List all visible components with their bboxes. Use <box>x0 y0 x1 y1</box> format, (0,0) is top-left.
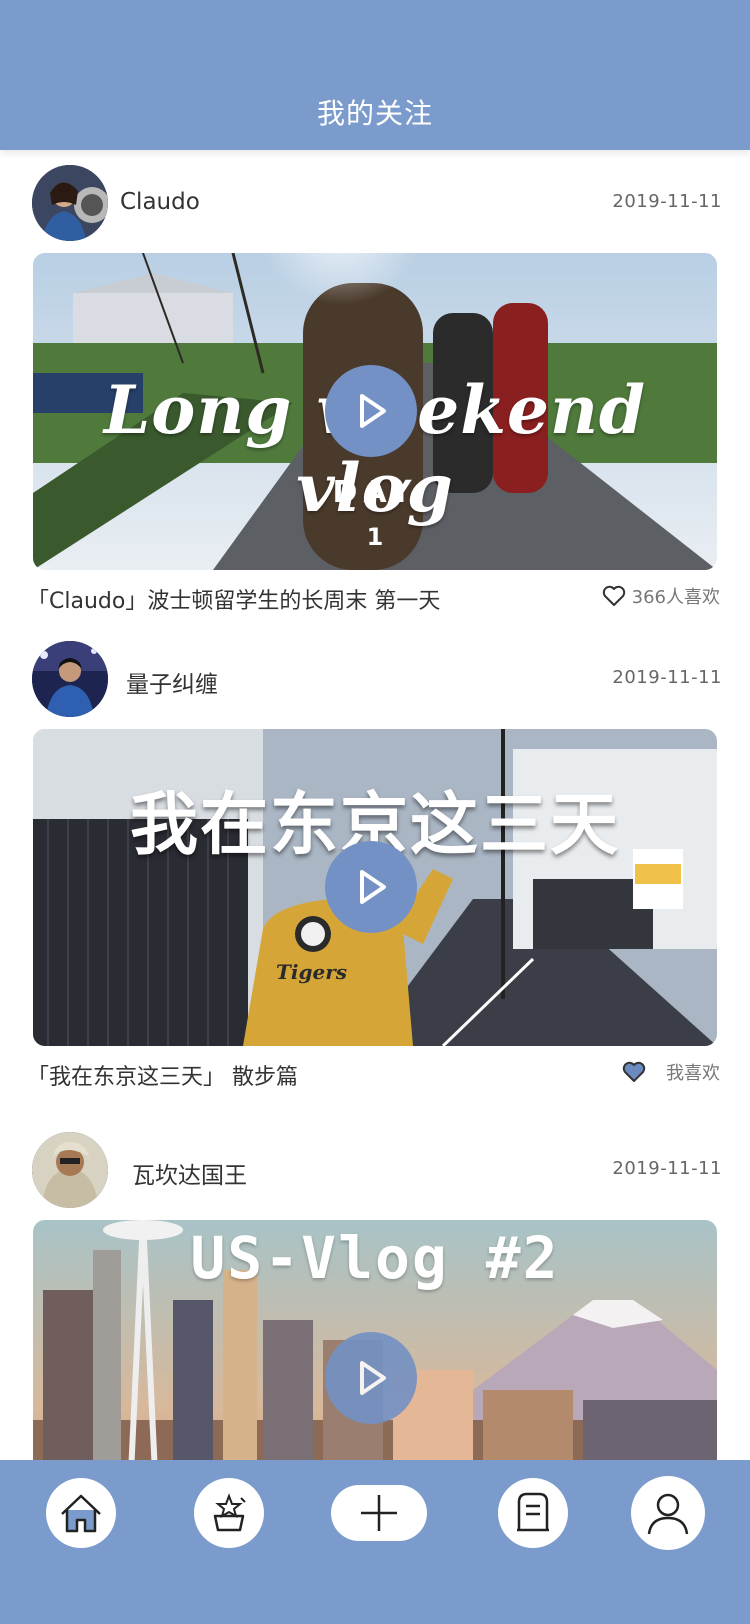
play-button[interactable] <box>325 841 417 933</box>
tab-notes[interactable] <box>498 1478 568 1548</box>
page-title: 我的关注 <box>316 97 433 130</box>
post-date: 2019-11-11 <box>612 191 722 212</box>
play-button[interactable] <box>325 365 417 457</box>
avatar[interactable] <box>32 165 108 241</box>
tab-profile[interactable] <box>631 1476 705 1550</box>
document-icon <box>517 1492 549 1532</box>
home-icon <box>61 1494 101 1533</box>
app-screen: 我的关注 Claudo 2019-11-11 Long weekend vlog… <box>0 0 750 1624</box>
username[interactable]: Claudo <box>120 189 200 215</box>
tab-home[interactable] <box>46 1478 116 1548</box>
post-card: Claudo 2019-11-11 Long weekend vlog DAY … <box>0 165 750 625</box>
bottom-tab-bar <box>0 1460 750 1624</box>
post-caption[interactable]: 「我在东京这三天」 散步篇 <box>27 1059 298 1091</box>
top-bar: 我的关注 <box>0 0 750 150</box>
heart-filled-icon <box>622 1061 646 1082</box>
post-date: 2019-11-11 <box>612 667 722 688</box>
username[interactable]: 瓦坎达国王 <box>132 1156 247 1190</box>
like-count: 366人喜欢 <box>631 587 720 608</box>
play-icon <box>360 870 386 904</box>
avatar[interactable] <box>32 1132 108 1208</box>
like-button[interactable]: 366人喜欢 <box>602 583 720 609</box>
sparkle-box-icon <box>213 1493 246 1532</box>
like-button[interactable]: 我喜欢 <box>622 1059 720 1085</box>
video-thumbnail[interactable]: Long weekend vlog DAY 1 <box>33 253 717 570</box>
video-thumbnail[interactable]: US-Vlog #2 <box>33 1220 717 1460</box>
thumbnail-subtitle: DAY <box>332 475 418 510</box>
thumbnail-day-number: 1 <box>366 523 384 551</box>
play-icon <box>360 1361 386 1395</box>
play-icon <box>360 394 386 428</box>
post-card: 量子纠缠 2019-11-11 Tigers 我在东京这三天 「我在东京这三天」… <box>0 641 750 1101</box>
feed-list: Claudo 2019-11-11 Long weekend vlog DAY … <box>0 150 750 1460</box>
post-date: 2019-11-11 <box>612 1158 722 1179</box>
tab-add[interactable] <box>331 1485 427 1541</box>
user-icon <box>647 1493 689 1535</box>
username[interactable]: 量子纠缠 <box>126 665 218 699</box>
svg-text:Tigers: Tigers <box>276 960 347 984</box>
thumbnail-title: US-Vlog #2 <box>190 1224 560 1292</box>
tab-discover[interactable] <box>194 1478 264 1548</box>
post-caption[interactable]: 「Claudo」波士顿留学生的长周末 第一天 <box>27 583 440 615</box>
avatar[interactable] <box>32 641 108 717</box>
heart-outline-icon <box>602 585 625 606</box>
plus-icon <box>361 1495 397 1531</box>
play-button[interactable] <box>325 1332 417 1424</box>
like-label: 我喜欢 <box>666 1063 720 1084</box>
post-card: 瓦坎达国王 2019-11-11 US-Vlog #2 <box>0 1132 750 1460</box>
video-thumbnail[interactable]: Tigers 我在东京这三天 <box>33 729 717 1046</box>
